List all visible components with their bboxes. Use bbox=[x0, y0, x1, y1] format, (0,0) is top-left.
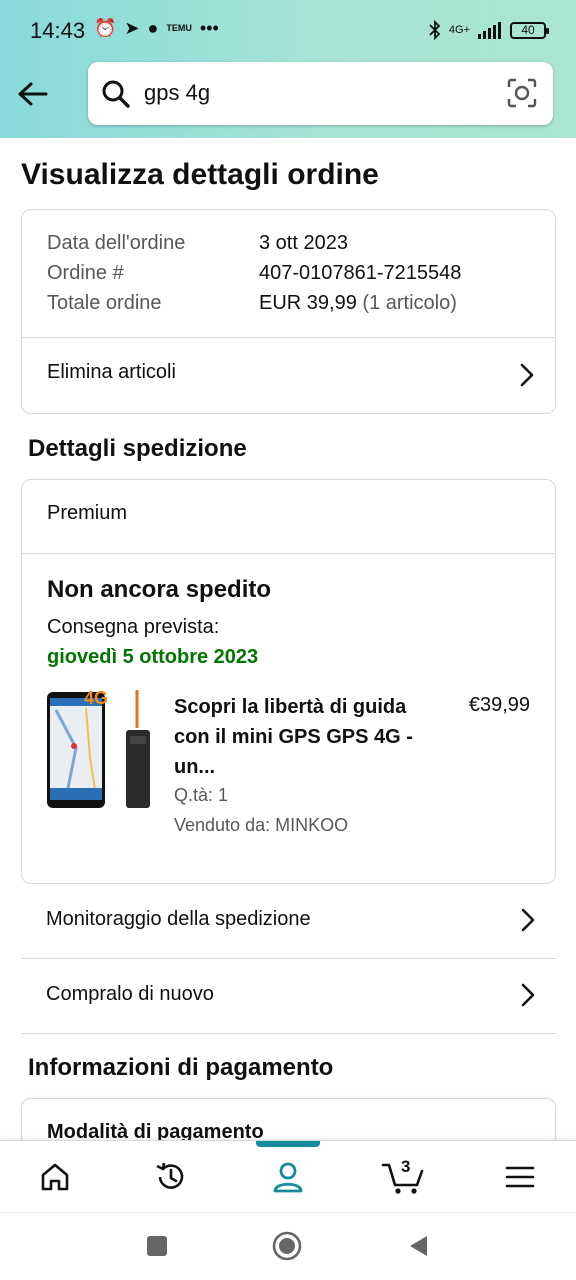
system-navigation-bar bbox=[0, 1212, 576, 1280]
order-summary-card: Data dell'ordine 3 ott 2023 Ordine # 407… bbox=[21, 209, 556, 414]
expected-delivery-label: Consegna prevista: bbox=[47, 616, 220, 638]
product-quantity: Q.tà: 1 bbox=[174, 785, 229, 805]
bluetooth-icon bbox=[429, 20, 441, 40]
search-icon bbox=[102, 80, 130, 108]
payment-section-title: Informazioni di pagamento bbox=[28, 1054, 334, 1081]
home-button-icon[interactable] bbox=[272, 1231, 302, 1261]
back-button-icon[interactable] bbox=[407, 1234, 429, 1258]
divider bbox=[22, 553, 555, 554]
shipment-card: Premium Non ancora spedito Consegna prev… bbox=[21, 479, 556, 884]
recent-apps-icon[interactable] bbox=[146, 1235, 168, 1257]
shipping-service: Premium bbox=[47, 502, 128, 524]
history-icon bbox=[156, 1162, 184, 1189]
page-title: Visualizza dettagli ordine bbox=[21, 158, 379, 191]
nav-cart[interactable]: 3 bbox=[353, 1141, 453, 1213]
chevron-right-icon bbox=[521, 983, 535, 1007]
shipment-status: Non ancora spedito bbox=[47, 576, 272, 603]
track-shipment-label: Monitoraggio della spedizione bbox=[46, 908, 311, 930]
order-total-quantity: (1 articolo) bbox=[362, 292, 457, 314]
cart-count-badge: 3 bbox=[401, 1157, 411, 1176]
product-image[interactable]: 4G bbox=[46, 688, 152, 810]
account-icon bbox=[273, 1162, 303, 1193]
bottom-navigation: 3 bbox=[0, 1140, 576, 1212]
expected-delivery-date: giovedì 5 ottobre 2023 bbox=[47, 646, 259, 668]
search-bar[interactable] bbox=[88, 62, 553, 125]
back-arrow-icon[interactable] bbox=[16, 78, 50, 110]
chevron-right-icon bbox=[520, 363, 534, 387]
status-time: 14:43 bbox=[30, 18, 86, 43]
notification-icons: ⏰ ➤ ● TEMU ••• bbox=[94, 18, 219, 39]
track-shipment-row[interactable]: Monitoraggio della spedizione bbox=[21, 884, 556, 958]
status-bar: 14:43 ⏰ ➤ ● TEMU ••• 4G+ 40 bbox=[0, 0, 576, 64]
nav-menu[interactable] bbox=[470, 1141, 570, 1213]
nav-orders-history[interactable] bbox=[121, 1141, 221, 1213]
product-badge-label: 4G bbox=[84, 688, 108, 708]
order-total-label: Totale ordine bbox=[47, 292, 162, 314]
header: 14:43 ⏰ ➤ ● TEMU ••• 4G+ 40 bbox=[0, 0, 576, 138]
order-total-amount: EUR 39,99 bbox=[259, 292, 357, 314]
system-status: 4G+ 40 bbox=[429, 20, 549, 40]
nav-home[interactable] bbox=[5, 1141, 105, 1213]
order-number-label: Ordine # bbox=[47, 262, 124, 284]
battery-icon: 40 bbox=[510, 21, 549, 39]
network-label: 4G+ bbox=[448, 23, 470, 36]
nav-account[interactable] bbox=[238, 1141, 338, 1213]
alarm-icon: ⏰ bbox=[94, 18, 117, 38]
buy-again-row[interactable]: Compralo di nuovo bbox=[21, 959, 556, 1033]
more-notifications-icon: ••• bbox=[199, 18, 219, 38]
hamburger-menu-icon bbox=[505, 1166, 535, 1188]
product-title[interactable]: Scopri la libertà di guida con il mini G… bbox=[174, 692, 414, 782]
order-date-value: 3 ott 2023 bbox=[259, 232, 348, 254]
buy-again-label: Compralo di nuovo bbox=[46, 983, 214, 1005]
delete-items-row[interactable]: Elimina articoli bbox=[22, 338, 555, 414]
product-price: €39,99 bbox=[468, 694, 530, 716]
chevron-right-icon bbox=[521, 908, 535, 932]
order-number-value: 407-0107861-7215548 bbox=[259, 262, 462, 284]
shipment-section-title: Dettagli spedizione bbox=[28, 435, 247, 462]
order-total-value: EUR 39,99 (1 articolo) bbox=[259, 292, 457, 315]
product-seller: Venduto da: MINKOO bbox=[174, 815, 349, 835]
chat-icon: ● bbox=[147, 18, 159, 38]
search-input[interactable] bbox=[144, 76, 484, 110]
divider bbox=[21, 1033, 556, 1034]
camera-search-icon[interactable] bbox=[507, 78, 537, 108]
order-date-label: Data dell'ordine bbox=[47, 232, 186, 254]
telegram-icon: ➤ bbox=[124, 18, 140, 38]
signal-icon bbox=[478, 22, 501, 39]
temu-icon: TEMU bbox=[166, 23, 192, 33]
home-icon bbox=[41, 1163, 69, 1191]
delete-items-label: Elimina articoli bbox=[47, 361, 176, 383]
